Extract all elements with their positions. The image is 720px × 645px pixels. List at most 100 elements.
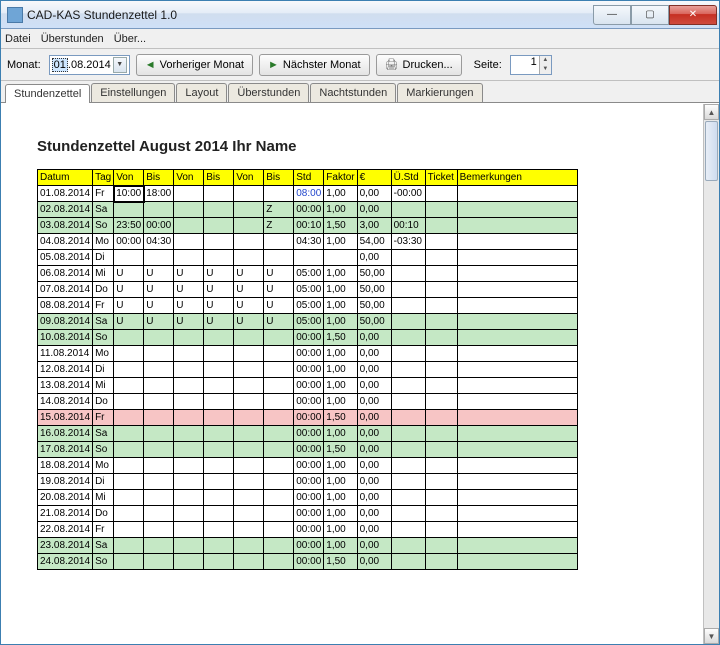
cell[interactable]: 00:00 (294, 554, 324, 570)
close-button[interactable]: ✕ (669, 5, 717, 25)
cell[interactable]: 1,00 (324, 298, 357, 314)
cell[interactable] (425, 186, 457, 202)
cell[interactable]: Di (93, 474, 114, 490)
cell[interactable] (234, 490, 264, 506)
cell[interactable] (114, 538, 144, 554)
tab-nachtstunden[interactable]: Nachtstunden (310, 83, 396, 102)
cell[interactable]: 24.08.2014 (38, 554, 93, 570)
cell[interactable] (174, 394, 204, 410)
cell[interactable] (204, 378, 234, 394)
cell[interactable] (391, 426, 425, 442)
cell[interactable]: 00:10 (294, 218, 324, 234)
cell[interactable]: 06.08.2014 (38, 266, 93, 282)
cell[interactable] (204, 538, 234, 554)
cell[interactable]: 05.08.2014 (38, 250, 93, 266)
cell[interactable] (425, 202, 457, 218)
cell[interactable]: 1,50 (324, 218, 357, 234)
cell[interactable] (204, 250, 234, 266)
cell[interactable]: 08:00 (294, 186, 324, 202)
cell[interactable] (144, 202, 174, 218)
cell[interactable] (174, 410, 204, 426)
cell[interactable] (174, 234, 204, 250)
cell[interactable] (391, 410, 425, 426)
cell[interactable]: 1,50 (324, 442, 357, 458)
cell[interactable]: 05:00 (294, 314, 324, 330)
cell[interactable]: Sa (93, 538, 114, 554)
cell[interactable] (391, 538, 425, 554)
cell[interactable]: 00:00 (294, 442, 324, 458)
cell[interactable] (457, 378, 577, 394)
cell[interactable] (391, 346, 425, 362)
cell[interactable] (457, 298, 577, 314)
cell[interactable]: 0,00 (357, 554, 391, 570)
cell[interactable] (234, 442, 264, 458)
cell[interactable]: 00:00 (294, 426, 324, 442)
cell[interactable]: 00:00 (114, 234, 144, 250)
cell[interactable] (264, 410, 294, 426)
cell[interactable] (114, 346, 144, 362)
cell[interactable] (264, 490, 294, 506)
cell[interactable] (391, 490, 425, 506)
cell[interactable] (144, 330, 174, 346)
cell[interactable] (174, 442, 204, 458)
cell[interactable]: 1,00 (324, 458, 357, 474)
cell[interactable] (264, 522, 294, 538)
cell[interactable]: So (93, 218, 114, 234)
cell[interactable] (264, 234, 294, 250)
cell[interactable] (457, 346, 577, 362)
cell[interactable] (457, 506, 577, 522)
cell[interactable] (114, 458, 144, 474)
cell[interactable] (144, 522, 174, 538)
cell[interactable] (174, 362, 204, 378)
cell[interactable]: 00:00 (294, 490, 324, 506)
cell[interactable] (234, 426, 264, 442)
cell[interactable] (264, 250, 294, 266)
cell[interactable] (234, 202, 264, 218)
cell[interactable]: Z (264, 218, 294, 234)
minimize-button[interactable]: — (593, 5, 631, 25)
cell[interactable] (457, 250, 577, 266)
cell[interactable]: 1,00 (324, 346, 357, 362)
cell[interactable] (204, 490, 234, 506)
cell[interactable]: Do (93, 394, 114, 410)
cell[interactable]: U (114, 266, 144, 282)
cell[interactable] (204, 202, 234, 218)
cell[interactable]: 1,00 (324, 282, 357, 298)
cell[interactable] (234, 346, 264, 362)
cell[interactable] (204, 426, 234, 442)
cell[interactable] (114, 506, 144, 522)
cell[interactable] (174, 330, 204, 346)
cell[interactable] (457, 362, 577, 378)
cell[interactable] (114, 426, 144, 442)
cell[interactable] (114, 250, 144, 266)
cell[interactable] (264, 394, 294, 410)
cell[interactable] (425, 330, 457, 346)
cell[interactable]: U (144, 266, 174, 282)
cell[interactable] (425, 362, 457, 378)
cell[interactable]: 50,00 (357, 314, 391, 330)
cell[interactable] (144, 362, 174, 378)
cell[interactable] (457, 394, 577, 410)
menu-uber[interactable]: Über... (114, 33, 146, 45)
cell[interactable]: 0,00 (357, 346, 391, 362)
cell[interactable]: Mo (93, 346, 114, 362)
cell[interactable]: Mo (93, 234, 114, 250)
cell[interactable] (457, 490, 577, 506)
cell[interactable]: 16.08.2014 (38, 426, 93, 442)
cell[interactable]: Fr (93, 186, 114, 202)
cell[interactable]: 00:00 (294, 362, 324, 378)
page-number-input[interactable]: 1 ▲▼ (510, 55, 552, 75)
cell[interactable]: U (144, 314, 174, 330)
scroll-down-icon[interactable]: ▼ (704, 628, 719, 644)
cell[interactable]: 1,00 (324, 362, 357, 378)
cell[interactable]: 0,00 (357, 458, 391, 474)
cell[interactable]: 13.08.2014 (38, 378, 93, 394)
cell[interactable] (425, 218, 457, 234)
cell[interactable]: Do (93, 506, 114, 522)
cell[interactable] (114, 362, 144, 378)
cell[interactable]: 02.08.2014 (38, 202, 93, 218)
cell[interactable]: 05:00 (294, 298, 324, 314)
cell[interactable]: 04.08.2014 (38, 234, 93, 250)
cell[interactable] (204, 554, 234, 570)
scroll-up-icon[interactable]: ▲ (704, 104, 719, 120)
